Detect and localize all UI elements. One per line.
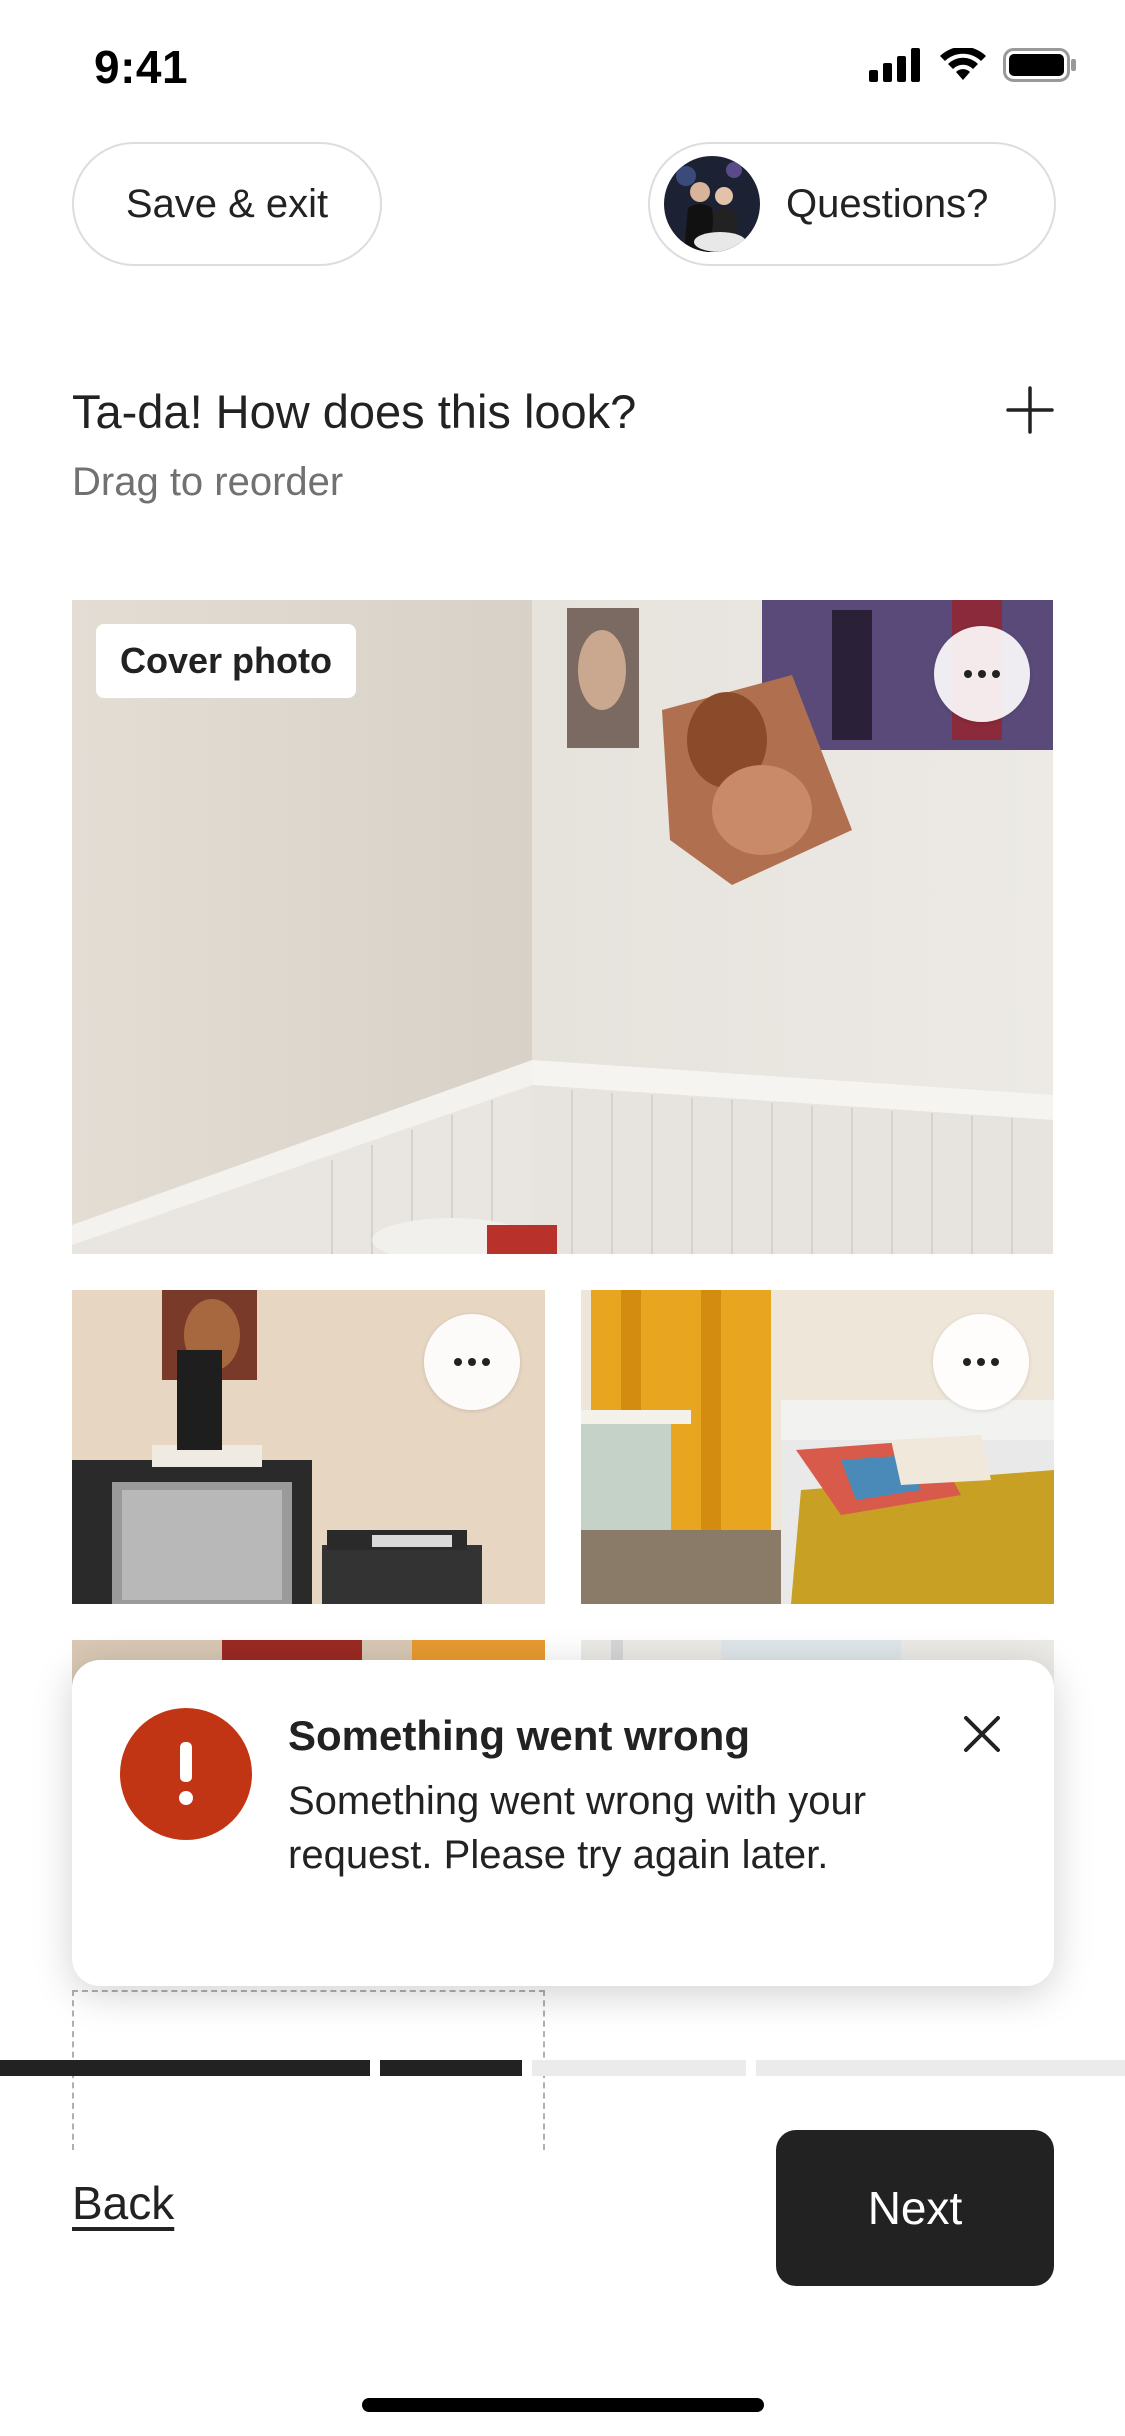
close-icon[interactable] [958, 1710, 1006, 1758]
progress-segment-fill [380, 2060, 522, 2076]
dot-icon [992, 670, 1000, 678]
add-photo-plus-icon[interactable] [1000, 380, 1060, 440]
progress-segment-fill [0, 2060, 370, 2076]
photo-tile[interactable] [72, 1290, 545, 1604]
save-exit-label: Save & exit [125, 181, 329, 226]
dot-icon [454, 1358, 462, 1366]
next-label: Next [867, 2182, 963, 2234]
progress-segment [0, 2060, 370, 2076]
dot-icon [963, 1358, 971, 1366]
status-bar: 9:41 [0, 0, 1125, 140]
dot-icon [468, 1358, 476, 1366]
cover-photo[interactable]: Cover photo [72, 600, 1053, 1254]
battery-icon [1003, 48, 1076, 82]
toast-message: Something went wrong with your request. … [288, 1779, 867, 1877]
dot-icon [964, 670, 972, 678]
toast-title: Something went wrong [288, 1712, 750, 1759]
progress-segment [756, 2060, 1125, 2076]
status-icons [869, 48, 1077, 82]
questions-label: Questions? [786, 181, 989, 226]
progress-segment [532, 2060, 746, 2076]
dot-icon [977, 1358, 985, 1366]
status-time: 9:41 [94, 41, 189, 93]
dot-icon [482, 1358, 490, 1366]
page-title: Ta-da! How does this look? [72, 385, 637, 438]
dot-icon [991, 1358, 999, 1366]
progress-bar [0, 2060, 1125, 2076]
home-indicator [362, 2398, 764, 2412]
cellular-signal-icon [869, 48, 920, 82]
page-subtitle: Drag to reorder [72, 460, 344, 504]
cover-photo-image [72, 600, 1053, 1254]
dot-icon [978, 670, 986, 678]
wifi-icon [940, 48, 986, 80]
photo-tile[interactable] [581, 1290, 1054, 1604]
photo-more-options-button[interactable] [424, 1314, 520, 1410]
questions-button[interactable]: Questions? [648, 142, 1056, 266]
exclamation-icon [120, 1708, 252, 1840]
save-exit-button[interactable]: Save & exit [72, 142, 382, 266]
host-avatar [664, 156, 760, 252]
cover-photo-badge: Cover photo [96, 624, 356, 698]
back-button[interactable]: Back [72, 2176, 174, 2230]
error-toast: Something went wrong Something went wron… [72, 1660, 1054, 1986]
progress-segment [380, 2060, 522, 2076]
photo-more-options-button[interactable] [933, 1314, 1029, 1410]
next-button[interactable]: Next [776, 2130, 1054, 2286]
cover-more-options-button[interactable] [934, 626, 1030, 722]
